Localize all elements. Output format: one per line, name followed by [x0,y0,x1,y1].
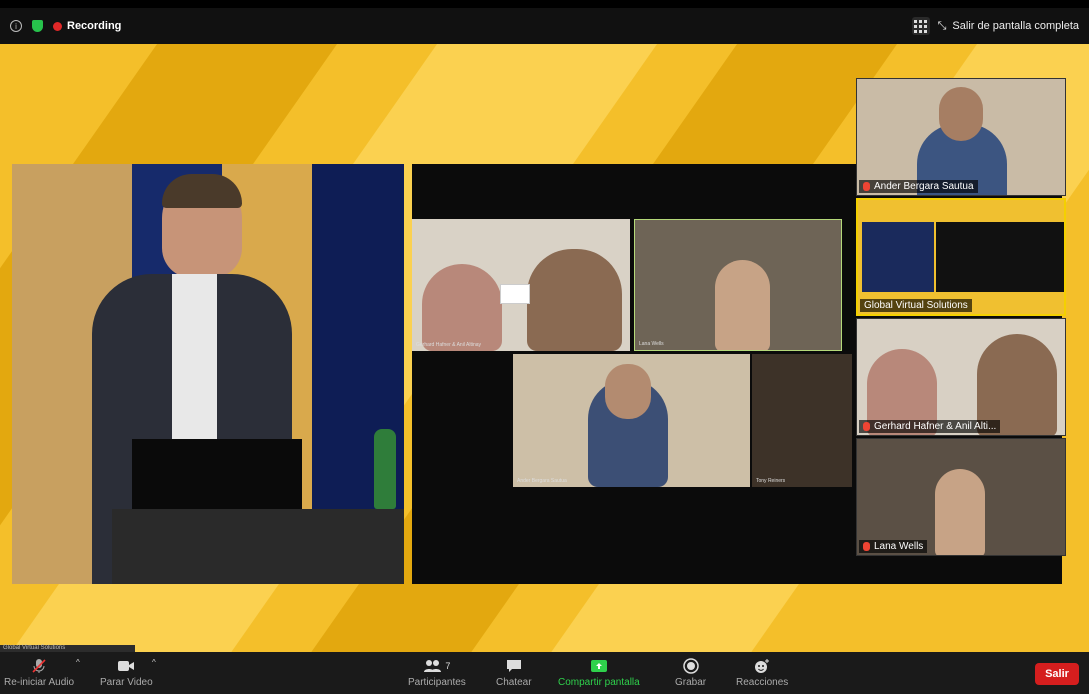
gallery-tile-name: Tony Reiners [756,478,786,484]
participant-tile-gerhard-anil[interactable]: Gerhard Hafner & Anil Alti... [856,318,1066,436]
participant-name: Gerhard Hafner & Anil Alti... [874,421,997,432]
participant-tile-global-virtual-solutions[interactable]: Global Virtual Solutions [856,198,1066,316]
shared-video-stage: Gerhard Hafner & Anil Altinay Lana Wells… [0,44,1089,652]
exit-fullscreen-button[interactable]: ⤡ Salir de pantalla completa [938,20,1079,33]
participant-tile-lana[interactable]: Lana Wells [856,438,1066,556]
chat-button[interactable]: Chatear [496,658,532,688]
gallery-tile-name: Gerhard Hafner & Anil Altinay [416,342,482,348]
smiley-plus-icon [753,658,771,674]
video-button-label: Parar Video [100,677,153,688]
recording-indicator[interactable]: Recording [53,20,121,32]
reactions-label: Reacciones [736,677,789,688]
audio-button[interactable]: Re-iniciar Audio [4,658,74,688]
gallery-tile: Ander Bergara Sautua [513,354,750,487]
muted-mic-icon [863,182,870,191]
gallery-tile: Gerhard Hafner & Anil Altinay [412,219,630,351]
shield-icon[interactable] [32,20,43,32]
gallery-view-icon[interactable] [911,17,930,35]
meeting-toolbar: Re-iniciar Audio ^ Parar Video ^ 7 Parti… [0,652,1089,694]
participant-tile-ander[interactable]: Ander Bergara Sautua [856,78,1066,196]
recording-label: Recording [67,20,122,32]
participant-name: Lana Wells [874,541,924,552]
exit-fullscreen-icon: ⤡ [937,19,947,32]
participant-name: Ander Bergara Sautua [874,181,974,192]
participants-icon: 7 [423,658,450,674]
gallery-tile-name: Ander Bergara Sautua [517,478,567,484]
desk [112,509,404,584]
share-screen-button[interactable]: Compartir pantalla [558,658,640,688]
record-icon [682,658,699,674]
exit-fullscreen-label: Salir de pantalla completa [952,20,1079,32]
muted-mic-icon [863,542,870,551]
participant-name: Global Virtual Solutions [864,300,968,311]
video-button[interactable]: Parar Video [100,658,153,688]
chat-label: Chatear [496,677,532,688]
laptop [132,439,302,519]
video-options-caret-icon[interactable]: ^ [152,658,156,667]
recording-dot-icon [53,21,62,31]
leave-meeting-button[interactable]: Salir [1035,663,1079,685]
bottle [374,429,396,509]
meeting-top-bar: i Recording ⤡ Salir de pantalla completa [0,8,1089,44]
muted-mic-icon [31,658,47,674]
record-button[interactable]: Grabar [675,658,706,688]
gallery-tile-name: Lana Wells [639,341,664,347]
info-icon[interactable]: i [10,20,22,32]
participants-count: 7 [445,661,451,671]
presenter-shirt [172,274,217,464]
share-screen-label: Compartir pantalla [558,677,640,688]
participants-label: Participantes [408,677,466,688]
muted-mic-icon [863,422,870,431]
video-camera-icon [117,658,135,674]
share-screen-icon [590,658,608,674]
presenter-video [12,164,404,584]
reactions-button[interactable]: Reacciones [736,658,788,688]
gallery-tile: Lana Wells [634,219,842,351]
audio-options-caret-icon[interactable]: ^ [76,658,80,667]
presenter-hair [162,174,242,208]
gallery-tile: Tony Reiners [752,354,852,487]
participants-button[interactable]: 7 Participantes [408,658,466,688]
audio-button-label: Re-iniciar Audio [4,677,75,688]
chat-icon [506,658,522,674]
record-label: Grabar [675,677,707,688]
